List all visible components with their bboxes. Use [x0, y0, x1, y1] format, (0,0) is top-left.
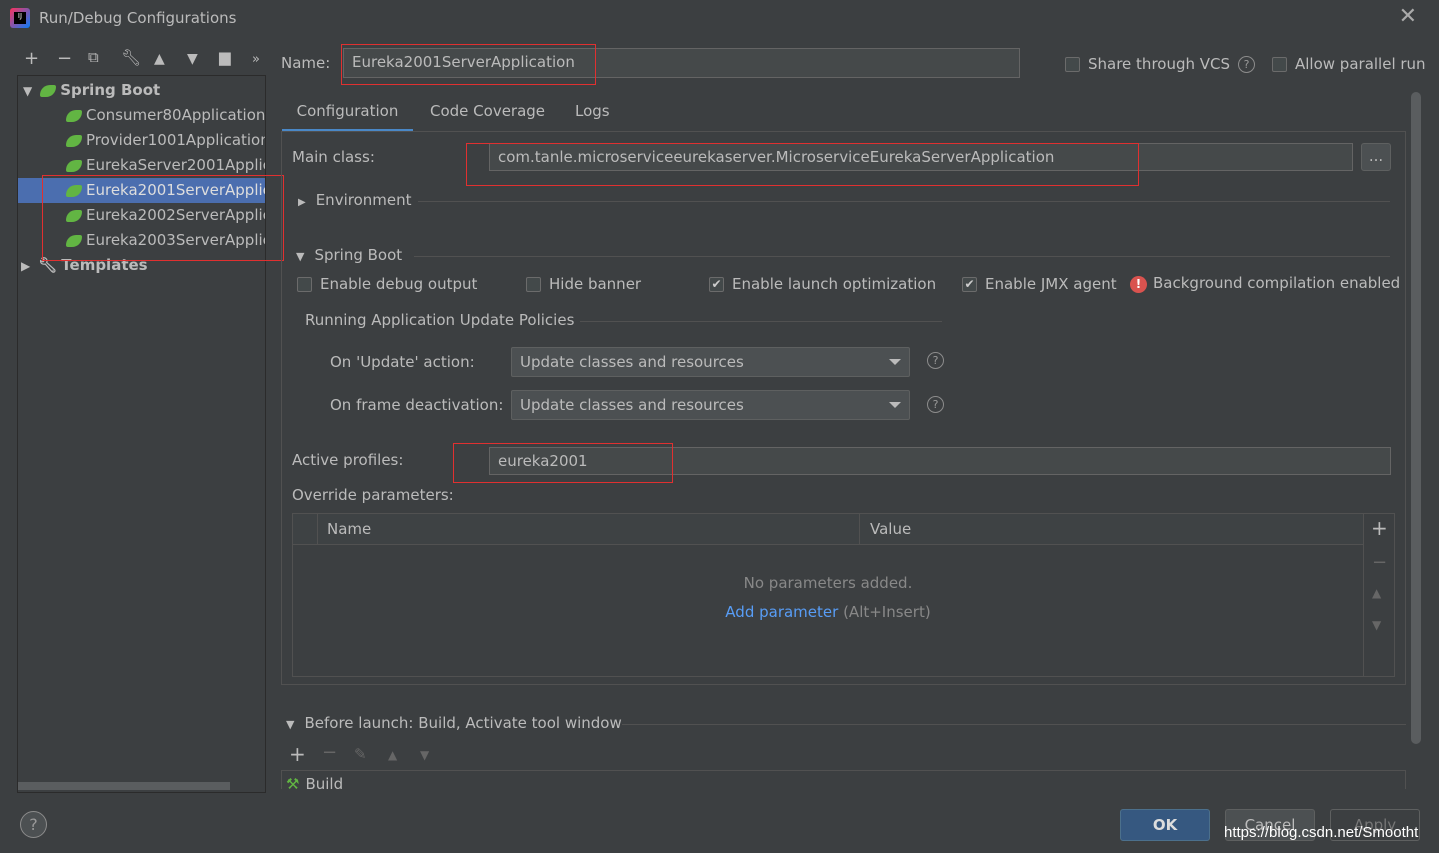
add-task-icon[interactable]: + [289, 742, 306, 766]
highlight-box [453, 443, 673, 483]
hammer-icon: ⚒ [286, 775, 300, 789]
error-icon: ! [1130, 276, 1147, 293]
hide-banner-checkbox[interactable]: Hide banner [526, 275, 641, 293]
tab-configuration[interactable]: Configuration [282, 100, 413, 132]
jmx-agent-checkbox[interactable]: ✔ Enable JMX agent [962, 275, 1117, 293]
help-icon[interactable]: ? [927, 396, 944, 413]
remove-icon[interactable]: − [1372, 552, 1387, 573]
spring-boot-icon [66, 159, 82, 172]
tree-group-spring-boot[interactable]: ▼ Spring Boot [18, 78, 265, 103]
parameters-table: Name Value + − ▲ ▼ No parameters added. … [292, 513, 1395, 677]
allow-parallel-checkbox[interactable]: Allow parallel run [1272, 55, 1426, 73]
tree-item[interactable]: Provider1001Application [18, 128, 265, 153]
folder-add-icon[interactable]: ▆ [219, 48, 231, 66]
active-profiles-label: Active profiles: [292, 451, 404, 469]
add-parameter-link[interactable]: Add parameter [725, 603, 838, 621]
arrow-up-icon[interactable]: ▲ [154, 51, 165, 67]
window-title: Run/Debug Configurations [39, 9, 237, 27]
column-value[interactable]: Value [870, 520, 911, 538]
update-action-label: On 'Update' action: [330, 353, 475, 371]
column-name[interactable]: Name [327, 520, 371, 538]
frame-deactivation-select[interactable]: Update classes and resources [511, 390, 910, 420]
frame-deactivation-label: On frame deactivation: [330, 396, 504, 414]
watermark: https://blog.csdn.net/Smootht [1224, 824, 1419, 841]
tab-logs[interactable]: Logs [575, 100, 610, 132]
ok-button[interactable]: OK [1120, 809, 1210, 841]
help-icon[interactable]: ? [927, 352, 944, 369]
move-down-icon[interactable]: ▼ [420, 748, 429, 762]
plus-icon[interactable]: + [24, 48, 39, 69]
browse-button[interactable]: ... [1361, 143, 1391, 171]
close-icon[interactable]: ✕ [1399, 4, 1417, 29]
remove-task-icon[interactable]: − [322, 742, 337, 763]
update-action-select[interactable]: Update classes and resources [511, 347, 910, 377]
background-compilation-warning: ! Background compilation enabled [1130, 274, 1400, 293]
wrench-icon[interactable]: 🔧︎ [121, 48, 141, 67]
main-class-label: Main class: [292, 148, 375, 166]
empty-message: No parameters added. [743, 574, 913, 592]
highlight-box [341, 44, 596, 85]
copy-icon[interactable]: ⧉ [88, 48, 99, 66]
spring-boot-icon [66, 109, 82, 122]
arrow-down-icon[interactable]: ▼ [187, 51, 198, 67]
help-icon[interactable]: ? [1238, 56, 1255, 73]
minus-icon[interactable]: − [57, 48, 72, 69]
before-launch-list: ⚒ Build [281, 770, 1406, 789]
move-down-icon[interactable]: ▼ [1372, 618, 1381, 632]
name-label: Name: [281, 54, 331, 72]
override-parameters-label: Override parameters: [292, 486, 454, 504]
add-icon[interactable]: + [1371, 516, 1388, 540]
vertical-scrollbar[interactable] [1411, 92, 1421, 744]
move-up-icon[interactable]: ▲ [388, 748, 397, 762]
highlight-box [42, 175, 284, 261]
list-item[interactable]: ⚒ Build [286, 775, 343, 789]
spring-boot-section-toggle[interactable]: ▼ Spring Boot [296, 246, 402, 264]
help-button[interactable]: ? [20, 811, 47, 838]
horizontal-scrollbar[interactable] [18, 782, 230, 790]
move-up-icon[interactable]: ▲ [1372, 586, 1381, 600]
launch-optimization-checkbox[interactable]: ✔ Enable launch optimization [709, 275, 936, 293]
before-launch-toggle[interactable]: ▼ Before launch: Build, Activate tool win… [286, 714, 622, 732]
tab-code-coverage[interactable]: Code Coverage [430, 100, 545, 132]
tree-item[interactable]: Consumer80Application [18, 103, 265, 128]
edit-task-icon[interactable]: ✎ [354, 745, 367, 763]
spring-boot-icon [66, 134, 82, 147]
environment-toggle[interactable]: ▶ Environment [298, 191, 411, 209]
more-icon[interactable]: » [252, 52, 260, 67]
spring-boot-icon [40, 84, 57, 97]
policies-title: Running Application Update Policies [305, 311, 575, 329]
enable-debug-checkbox[interactable]: Enable debug output [297, 275, 477, 293]
share-vcs-checkbox[interactable]: Share through VCS [1065, 55, 1230, 73]
app-logo: IJ [10, 8, 30, 28]
highlight-box [466, 143, 1139, 186]
